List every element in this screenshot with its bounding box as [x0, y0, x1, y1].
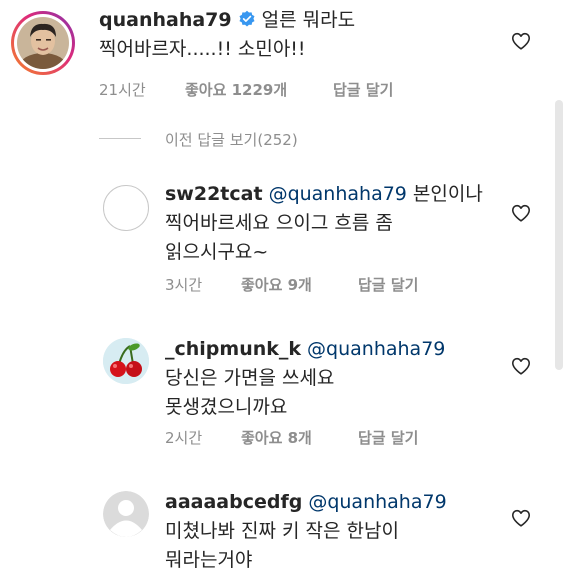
username[interactable]: quanhaha79 [99, 9, 232, 31]
likes-count[interactable]: 좋아요 8개 [241, 427, 312, 448]
comment-body: _chipmunk_k @quanhaha79 당신은 가면을 쓰세요 못생겼으니… [165, 335, 505, 422]
divider [99, 138, 141, 139]
reply-aaaaabcedfg: aaaaabcedfg @quanhaha79 미쳤나봐 진짜 키 작은 한남이 … [0, 483, 563, 577]
comment-text-line1: 얼른 뭐라도 [261, 9, 356, 31]
likes-count[interactable]: 좋아요 1229개 [185, 79, 287, 100]
comment-body: quanhaha79 얼른 뭐라도 찍어바르자.....!! 소민아!! [99, 6, 499, 64]
comment-meta: 3시간 좋아요 9개 답글 달기 [165, 274, 465, 294]
reply-button[interactable]: 답글 달기 [358, 427, 418, 448]
comment-text-line2: 뭐라는거야 [165, 549, 253, 571]
username[interactable]: _chipmunk_k [165, 338, 301, 360]
comment-text-line2: 찍어바르자.....!! 소민아!! [99, 38, 306, 60]
view-previous-replies[interactable]: 이전 답글 보기(252) [165, 129, 298, 150]
reply-button[interactable]: 답글 달기 [333, 79, 393, 100]
comment-body: sw22tcat @quanhaha79 본인이나 찍어바르세요 으이그 흐름 좀 … [165, 180, 505, 267]
comment-text-line1: 당신은 가면을 쓰세요 [165, 367, 335, 389]
comment-main: quanhaha79 얼른 뭐라도 찍어바르자.....!! 소민아!! 21시… [0, 0, 563, 110]
comment-text-line1: 본인이나 [412, 183, 483, 205]
cherry-icon[interactable] [103, 338, 149, 384]
mention-link[interactable]: @quanhaha79 [308, 491, 446, 513]
comment-text-line2: 못생겼으니까요 [165, 396, 288, 418]
comment-time: 3시간 [165, 276, 203, 294]
comment-time: 2시간 [165, 429, 203, 447]
heart-icon[interactable] [510, 355, 532, 377]
mention-link[interactable]: @quanhaha79 [307, 338, 445, 360]
heart-icon[interactable] [510, 507, 532, 529]
comment-body: aaaaabcedfg @quanhaha79 미쳤나봐 진짜 키 작은 한남이 … [165, 488, 505, 575]
comment-text-line2: 찍어바르세요 으이그 흐름 좀 [165, 212, 393, 234]
avatar-quanhaha79[interactable] [11, 11, 75, 75]
likes-count[interactable]: 좋아요 9개 [241, 274, 312, 295]
username[interactable]: aaaaabcedfg [165, 491, 302, 513]
avatar-sw22tcat[interactable] [103, 185, 149, 231]
verified-badge-icon [239, 10, 255, 27]
avatar-photo [17, 17, 69, 69]
heart-icon[interactable] [510, 30, 532, 52]
reply-chipmunk: _chipmunk_k @quanhaha79 당신은 가면을 쓰세요 못생겼으니… [0, 330, 563, 455]
comment-text-line1: 미쳤나봐 진짜 키 작은 한남이 [165, 520, 399, 542]
default-avatar-icon[interactable] [103, 491, 149, 537]
comment-time: 21시간 [99, 81, 146, 99]
heart-icon[interactable] [510, 202, 532, 224]
comment-text-line3: 읽으시구요~ [165, 241, 269, 263]
comment-meta: 2시간 좋아요 8개 답글 달기 [165, 427, 465, 447]
comment-meta: 21시간 좋아요 1229개 답글 달기 [99, 79, 419, 99]
mention-link[interactable]: @quanhaha79 [269, 183, 407, 205]
username[interactable]: sw22tcat [165, 183, 263, 205]
reply-button[interactable]: 답글 달기 [358, 274, 418, 295]
reply-sw22tcat: sw22tcat @quanhaha79 본인이나 찍어바르세요 으이그 흐름 좀 … [0, 175, 563, 300]
